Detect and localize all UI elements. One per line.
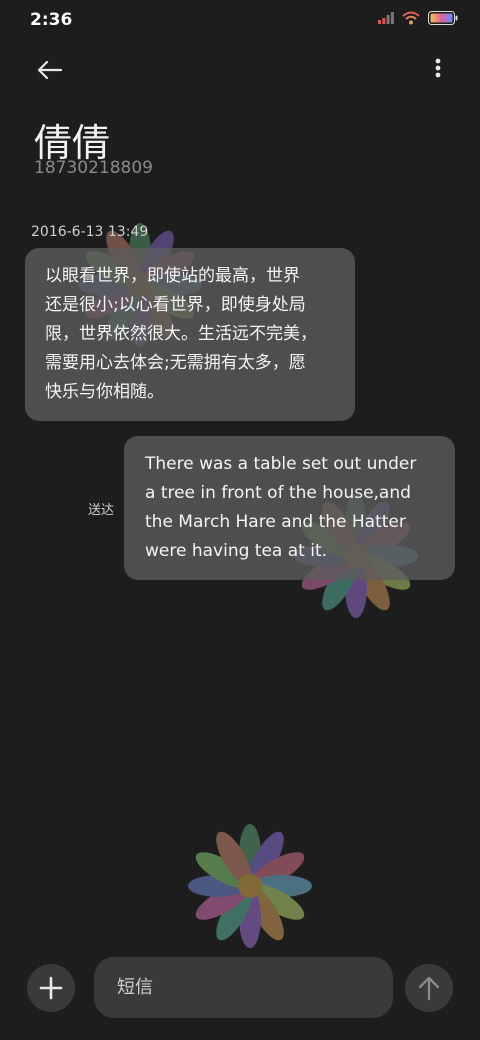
signal-icon (378, 12, 394, 24)
received-message-text: 以眼看世界，即使站的最高，世界 还是很小;以心看世界，即使身处局 限，世界依然很… (45, 266, 317, 402)
more-vertical-icon (435, 58, 441, 78)
more-options-button[interactable] (428, 54, 448, 86)
send-arrow-up-icon (418, 976, 440, 1001)
send-button[interactable] (405, 964, 453, 1012)
sent-message-text: There was a table set out under a tree i… (145, 454, 417, 561)
status-icons (378, 11, 458, 25)
status-bar: 2:36 (0, 0, 480, 40)
delivery-status: 送达 (88, 503, 115, 518)
received-message-bubble[interactable]: 以眼看世界，即使站的最高，世界 还是很小;以心看世界，即使身处局 限，世界依然很… (25, 248, 355, 421)
status-time: 2:36 (30, 10, 73, 30)
wifi-icon (402, 11, 420, 25)
composer-bar (0, 950, 480, 1040)
back-button[interactable] (32, 52, 68, 88)
plus-icon (39, 976, 63, 1000)
message-timestamp: 2016-6-13 13:49 (31, 224, 149, 240)
contact-number[interactable]: 18730218809 (34, 158, 153, 178)
header-bar (0, 48, 480, 92)
battery-icon (428, 11, 458, 25)
back-arrow-icon (37, 60, 63, 80)
flower-decoration-bottom (188, 824, 312, 948)
sent-message-bubble[interactable]: There was a table set out under a tree i… (124, 436, 455, 580)
add-attachment-button[interactable] (27, 964, 75, 1012)
message-input[interactable] (94, 957, 393, 1018)
